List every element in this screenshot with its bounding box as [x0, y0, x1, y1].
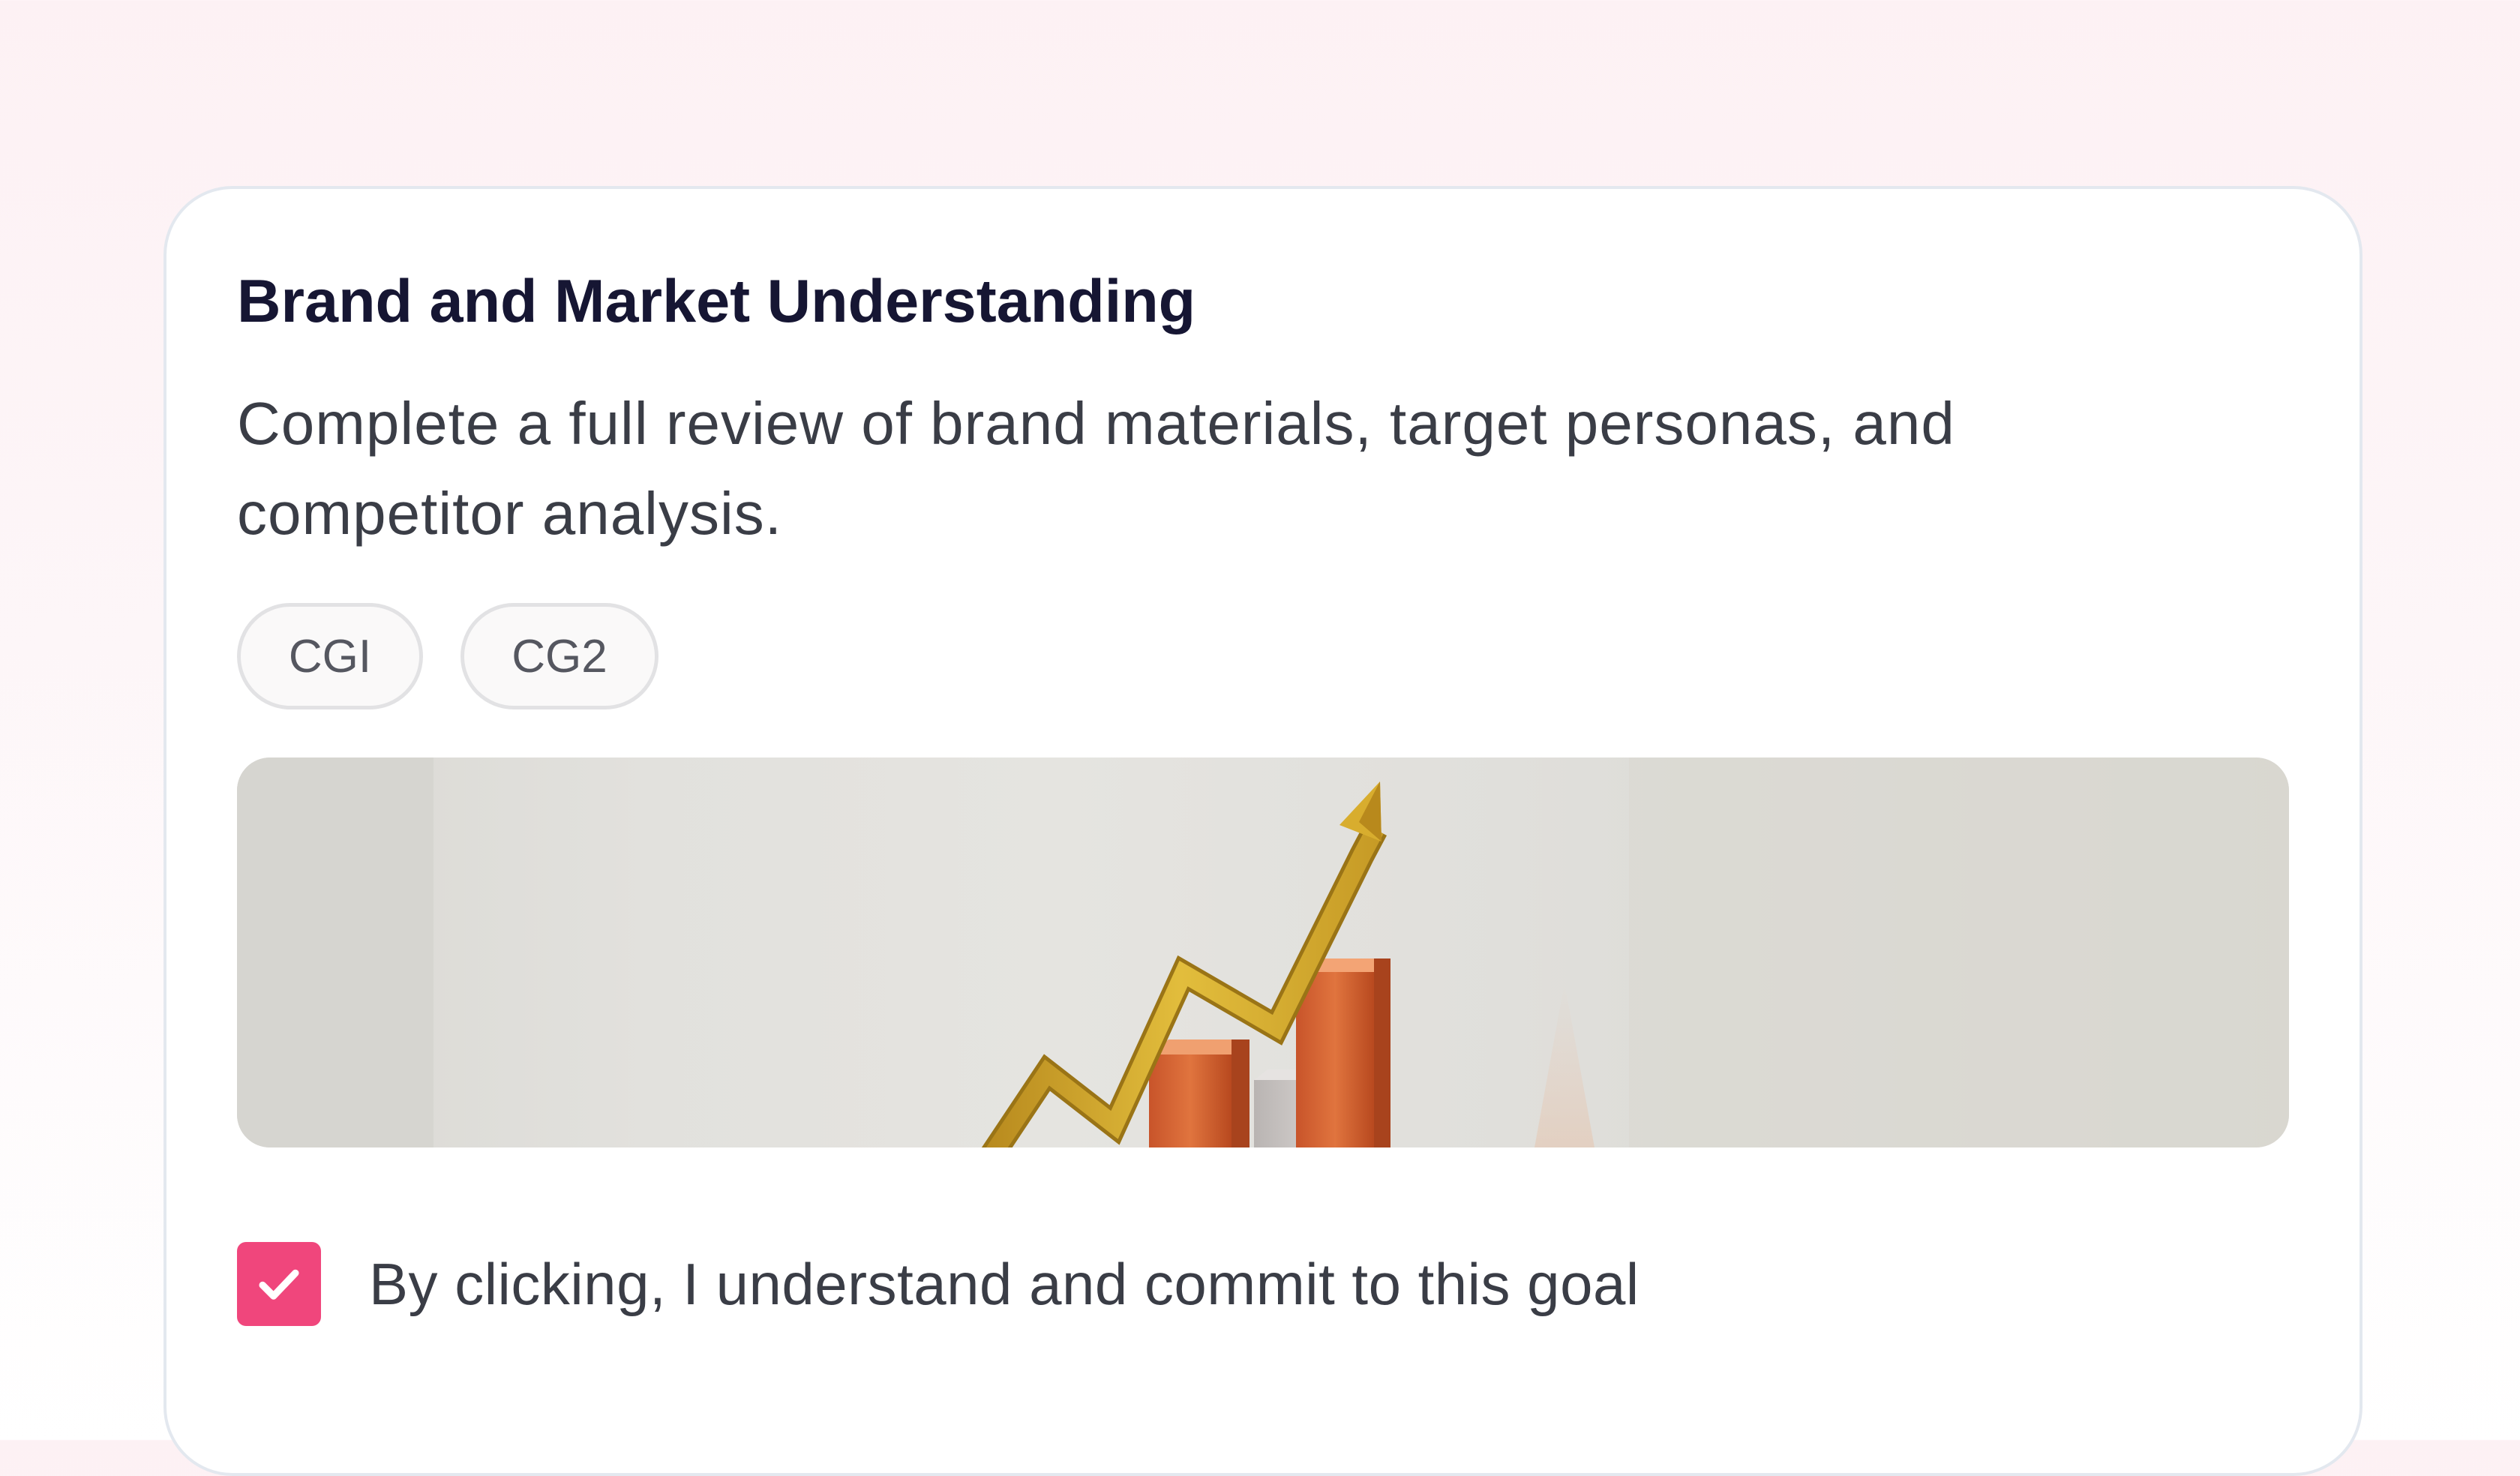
tag-chip: CGI [237, 603, 423, 710]
commit-label[interactable]: By clicking, I understand and commit to … [369, 1250, 1640, 1318]
growth-chart-icon [237, 758, 2289, 1148]
checkmark-icon [259, 1269, 299, 1300]
growth-chart-image [237, 758, 2289, 1148]
goal-description: Complete a full review of brand material… [237, 390, 1955, 547]
goal-title: Brand and Market Understanding [237, 268, 1196, 335]
tag-chip: CG2 [460, 603, 658, 710]
commit-checkbox[interactable] [237, 1242, 321, 1326]
